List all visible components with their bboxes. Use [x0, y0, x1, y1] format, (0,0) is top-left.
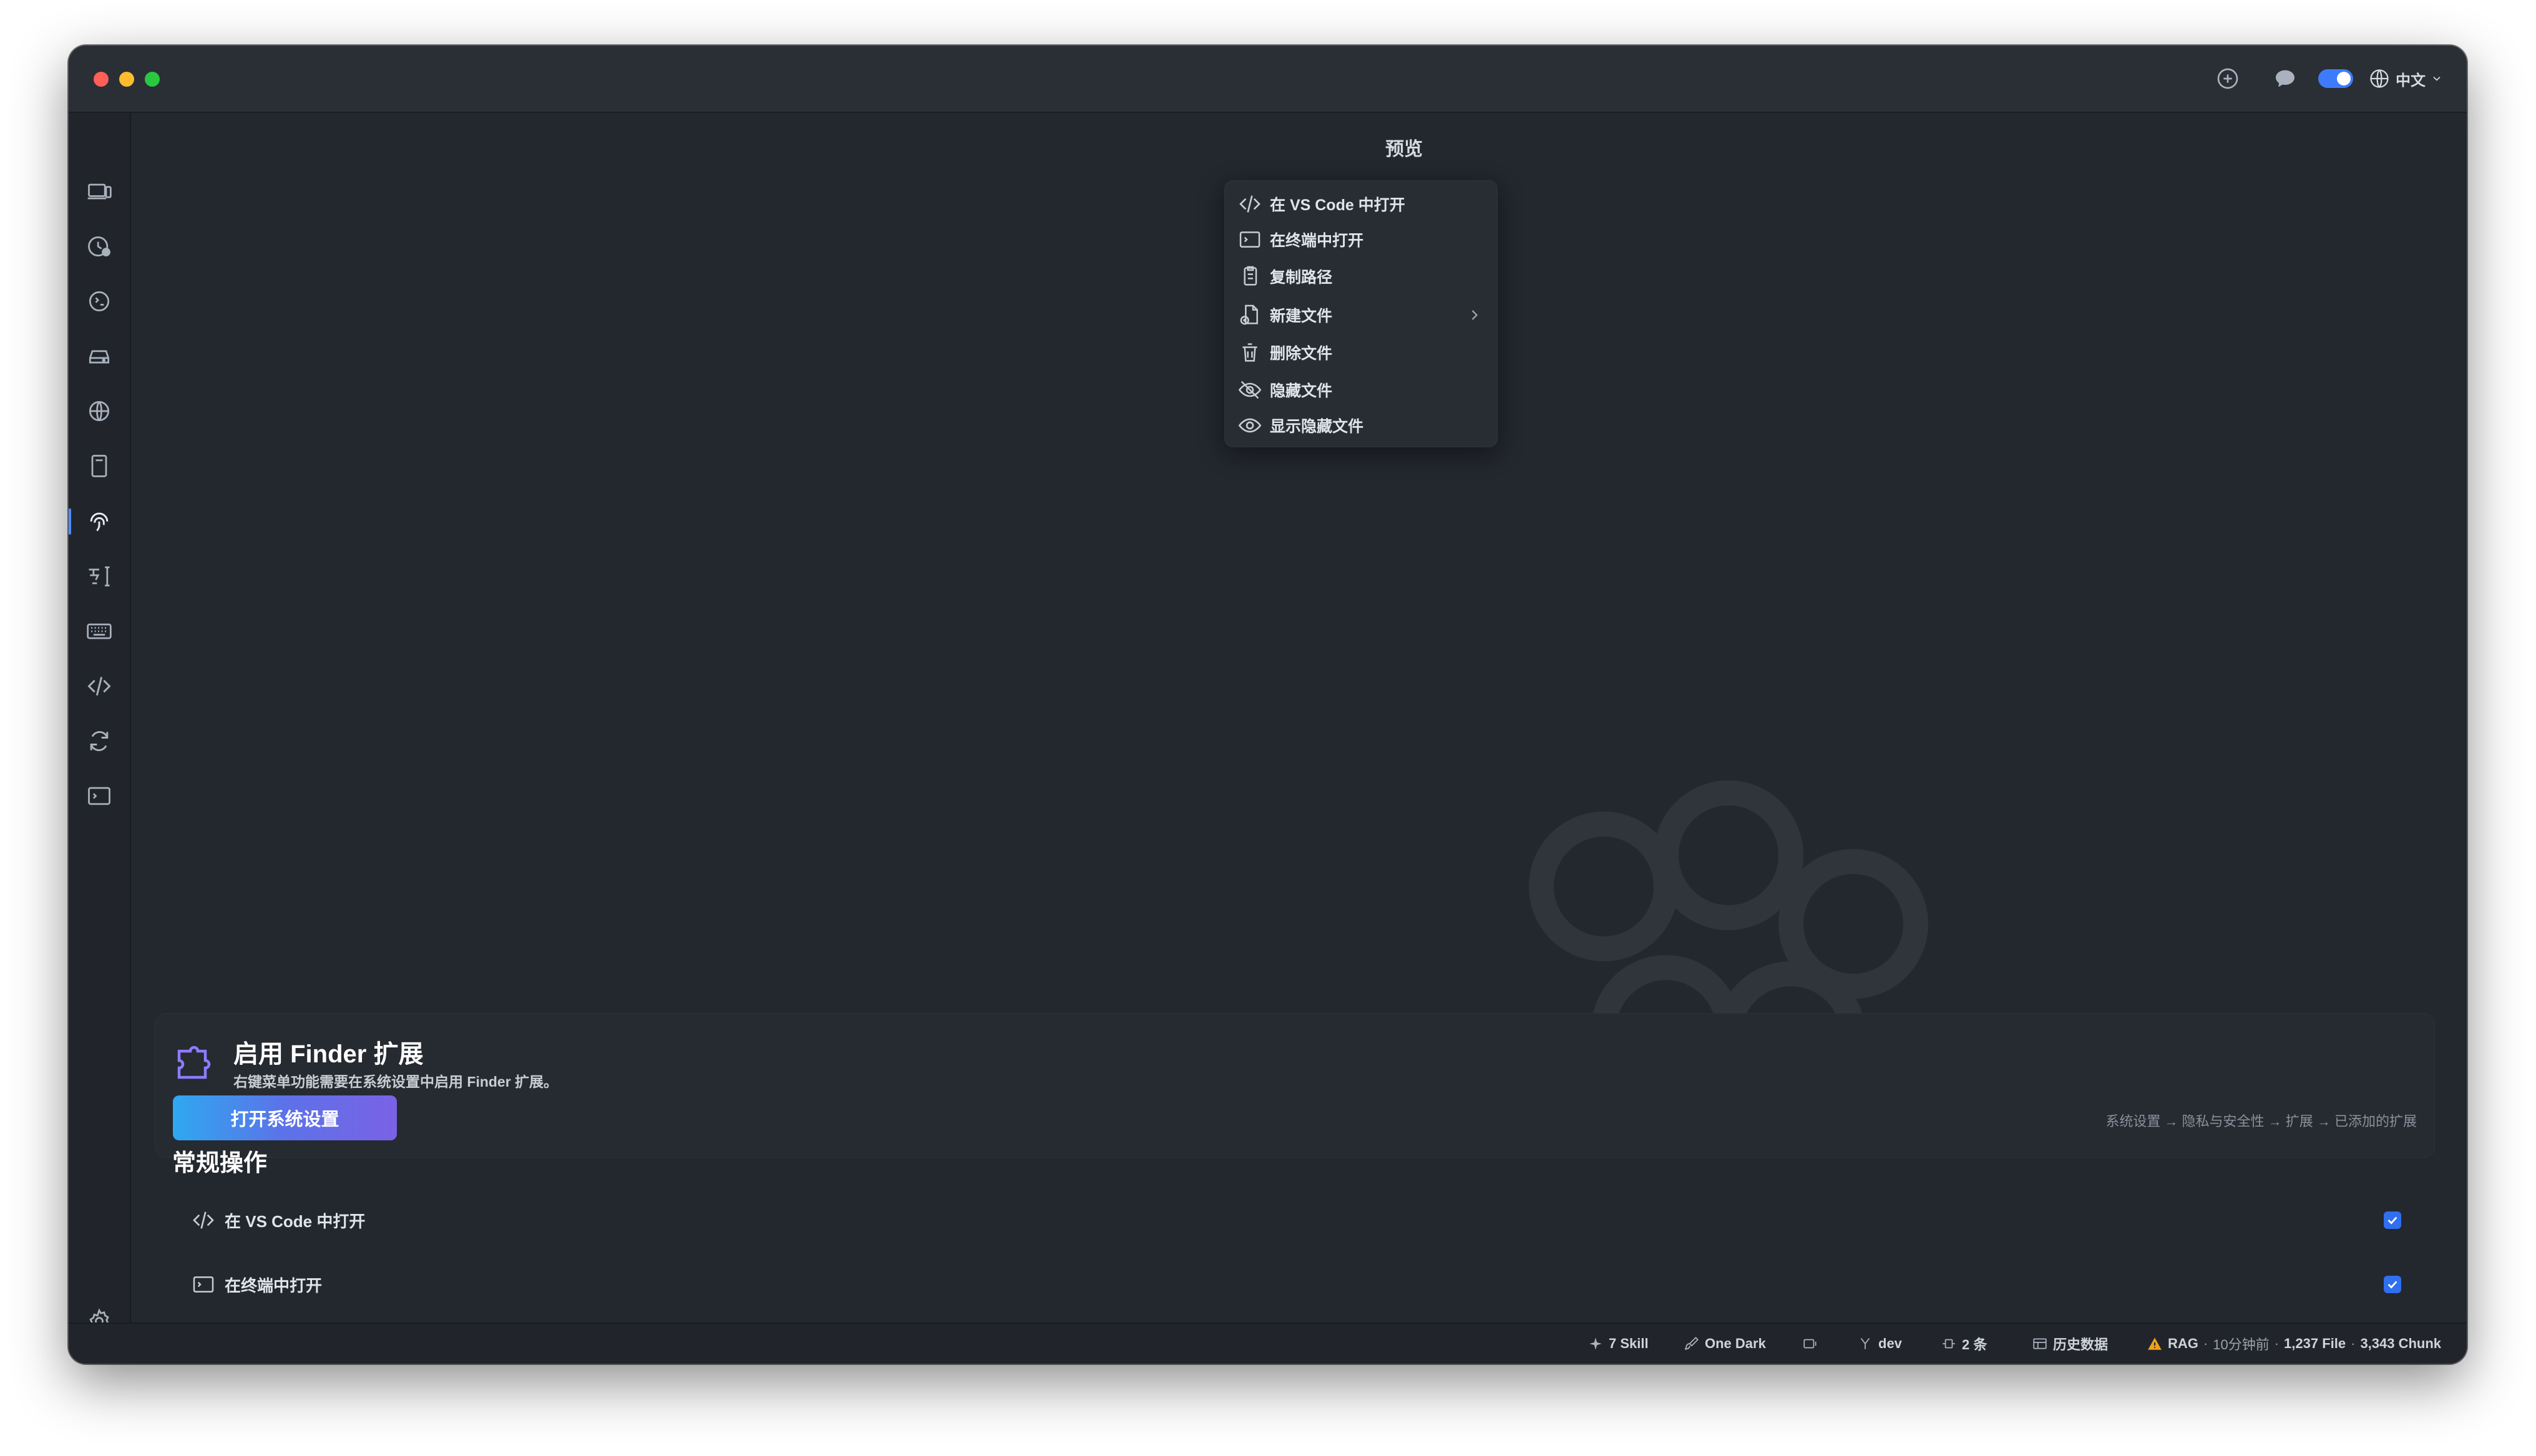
warning-icon: [2148, 1337, 2162, 1350]
network-globe-icon[interactable]: [84, 396, 115, 427]
brush-icon: [1684, 1337, 1699, 1350]
status-count[interactable]: 2 条: [1941, 1324, 1987, 1364]
add-circle-icon[interactable]: [2215, 66, 2240, 91]
code-icon[interactable]: [84, 671, 115, 702]
menu-item-hide-file[interactable]: 隐藏文件: [1225, 372, 1497, 408]
panel-icon: [1803, 1339, 1817, 1349]
app-window: 中文 预览 在 VS Code 中打开 在终端中打开 复制路径 新建文件 删除文…: [69, 46, 2467, 1364]
menu-item-open-vscode[interactable]: 在 VS Code 中打开: [1225, 186, 1497, 222]
status-count-label: 2 条: [1962, 1337, 1987, 1352]
sync-icon[interactable]: [84, 726, 115, 757]
status-history[interactable]: 历史数据: [2032, 1324, 2108, 1364]
menu-item-new-file[interactable]: 新建文件: [1225, 297, 1497, 333]
eye-off-icon: [1237, 377, 1262, 402]
chat-bubble-icon[interactable]: [2273, 66, 2298, 91]
status-rag-files: 1,237 File: [2284, 1336, 2346, 1351]
main-content: 预览 在 VS Code 中打开 在终端中打开 复制路径 新建文件 删除文件 隐…: [131, 113, 2467, 1324]
menu-item-label: 复制路径: [1270, 269, 1333, 286]
eye-icon: [1237, 413, 1262, 438]
context-menu-preview: 在 VS Code 中打开 在终端中打开 复制路径 新建文件 删除文件 隐藏文件…: [1224, 180, 1498, 447]
title-bar: 中文: [69, 46, 2467, 113]
chevron-down-icon: [2433, 76, 2441, 81]
status-skills[interactable]: 7 Skill: [1587, 1324, 1649, 1364]
chevron-right-icon: [1466, 306, 1483, 324]
status-layout[interactable]: [1802, 1324, 1818, 1364]
fingerprint-icon[interactable]: [84, 506, 115, 537]
menu-item-open-terminal[interactable]: 在终端中打开: [1225, 221, 1497, 258]
code-icon: [191, 1208, 216, 1233]
menu-item-label: 显示隐藏文件: [1270, 418, 1364, 435]
new-file-icon: [1237, 303, 1262, 328]
sparkle-icon: [1589, 1337, 1602, 1350]
status-theme[interactable]: One Dark: [1684, 1324, 1766, 1364]
menu-item-delete-file[interactable]: 删除文件: [1225, 334, 1497, 371]
status-branch-label: dev: [1878, 1336, 1902, 1351]
menu-item-label: 隐藏文件: [1270, 382, 1333, 400]
code-icon: [1237, 192, 1262, 216]
language-selector[interactable]: 中文: [2368, 66, 2443, 91]
terminal-icon: [191, 1272, 216, 1297]
status-skills-label: 7 Skill: [1609, 1336, 1649, 1351]
zoom-window-button[interactable]: [145, 72, 160, 87]
operation-checkbox-open-terminal[interactable]: [2384, 1276, 2401, 1293]
menu-item-copy-path[interactable]: 复制路径: [1225, 258, 1497, 294]
operation-label: 在终端中打开: [225, 1276, 323, 1295]
close-window-button[interactable]: [94, 72, 109, 87]
status-history-label: 历史数据: [2053, 1337, 2109, 1352]
finder-card-description: 右键菜单功能需要在系统设置中启用 Finder 扩展。: [233, 1074, 558, 1090]
split-icon: [1943, 1339, 1955, 1349]
menu-item-label: 在终端中打开: [1270, 232, 1364, 250]
sidebar: [69, 113, 131, 1334]
open-system-settings-button[interactable]: 打开系统设置: [173, 1095, 397, 1140]
keyboard-icon[interactable]: [84, 616, 115, 647]
status-branch[interactable]: dev: [1857, 1324, 1902, 1364]
preview-title: 预览: [1385, 139, 1423, 160]
operation-label: 在 VS Code 中打开: [225, 1211, 366, 1231]
trash-icon: [1237, 340, 1262, 365]
text-cursor-icon[interactable]: [84, 561, 115, 592]
history-icon[interactable]: [84, 286, 115, 317]
status-rag-label: RAG: [2168, 1336, 2198, 1351]
operation-row-open-terminal: 在终端中打开: [172, 1259, 2434, 1309]
copy-icon: [1237, 264, 1262, 289]
operation-row-open-vscode: 在 VS Code 中打开: [172, 1195, 2434, 1245]
document-icon[interactable]: [84, 450, 115, 482]
menu-item-show-hidden[interactable]: 显示隐藏文件: [1225, 407, 1497, 444]
status-theme-label: One Dark: [1705, 1336, 1766, 1351]
finder-card-title: 启用 Finder 扩展: [233, 1041, 424, 1068]
sidebar-active-indicator: [69, 508, 71, 535]
theme-toggle[interactable]: [2318, 69, 2353, 88]
checkmark-icon: [2387, 1216, 2397, 1225]
terminal-icon[interactable]: [84, 780, 115, 812]
operations-section-title: 常规操作: [172, 1150, 268, 1177]
checkmark-icon: [2387, 1281, 2397, 1289]
globe-icon: [2370, 69, 2389, 88]
git-branch-icon: [1860, 1337, 1870, 1349]
minimize-window-button[interactable]: [119, 72, 134, 87]
storage-icon[interactable]: [84, 341, 115, 372]
menu-item-label: 在 VS Code 中打开: [1270, 197, 1405, 214]
status-rag[interactable]: RAG · 10分钟前 · 1,237 File · 3,343 Chunk: [2147, 1324, 2441, 1364]
table-icon: [2033, 1338, 2047, 1349]
language-label: 中文: [2396, 72, 2426, 89]
devices-icon[interactable]: [84, 176, 115, 207]
status-rag-time: 10分钟前: [2213, 1337, 2270, 1352]
finder-extension-card: 启用 Finder 扩展 右键菜单功能需要在系统设置中启用 Finder 扩展。…: [155, 1013, 2435, 1158]
menu-item-label: 删除文件: [1270, 345, 1333, 362]
menu-item-label: 新建文件: [1270, 308, 1333, 325]
puzzle-extension-icon: [172, 1040, 217, 1085]
settings-path-hint: 系统设置 → 隐私与安全性 → 扩展 → 已添加的扩展: [2105, 1114, 2417, 1129]
status-rag-chunks: 3,343 Chunk: [2360, 1336, 2442, 1351]
operation-checkbox-open-vscode[interactable]: [2384, 1211, 2401, 1229]
activity-icon[interactable]: [84, 231, 115, 262]
terminal-icon: [1237, 227, 1262, 252]
status-bar: 7 Skill One Dark dev 2 条 历史数据 RAG · 10分钟…: [69, 1323, 2467, 1364]
